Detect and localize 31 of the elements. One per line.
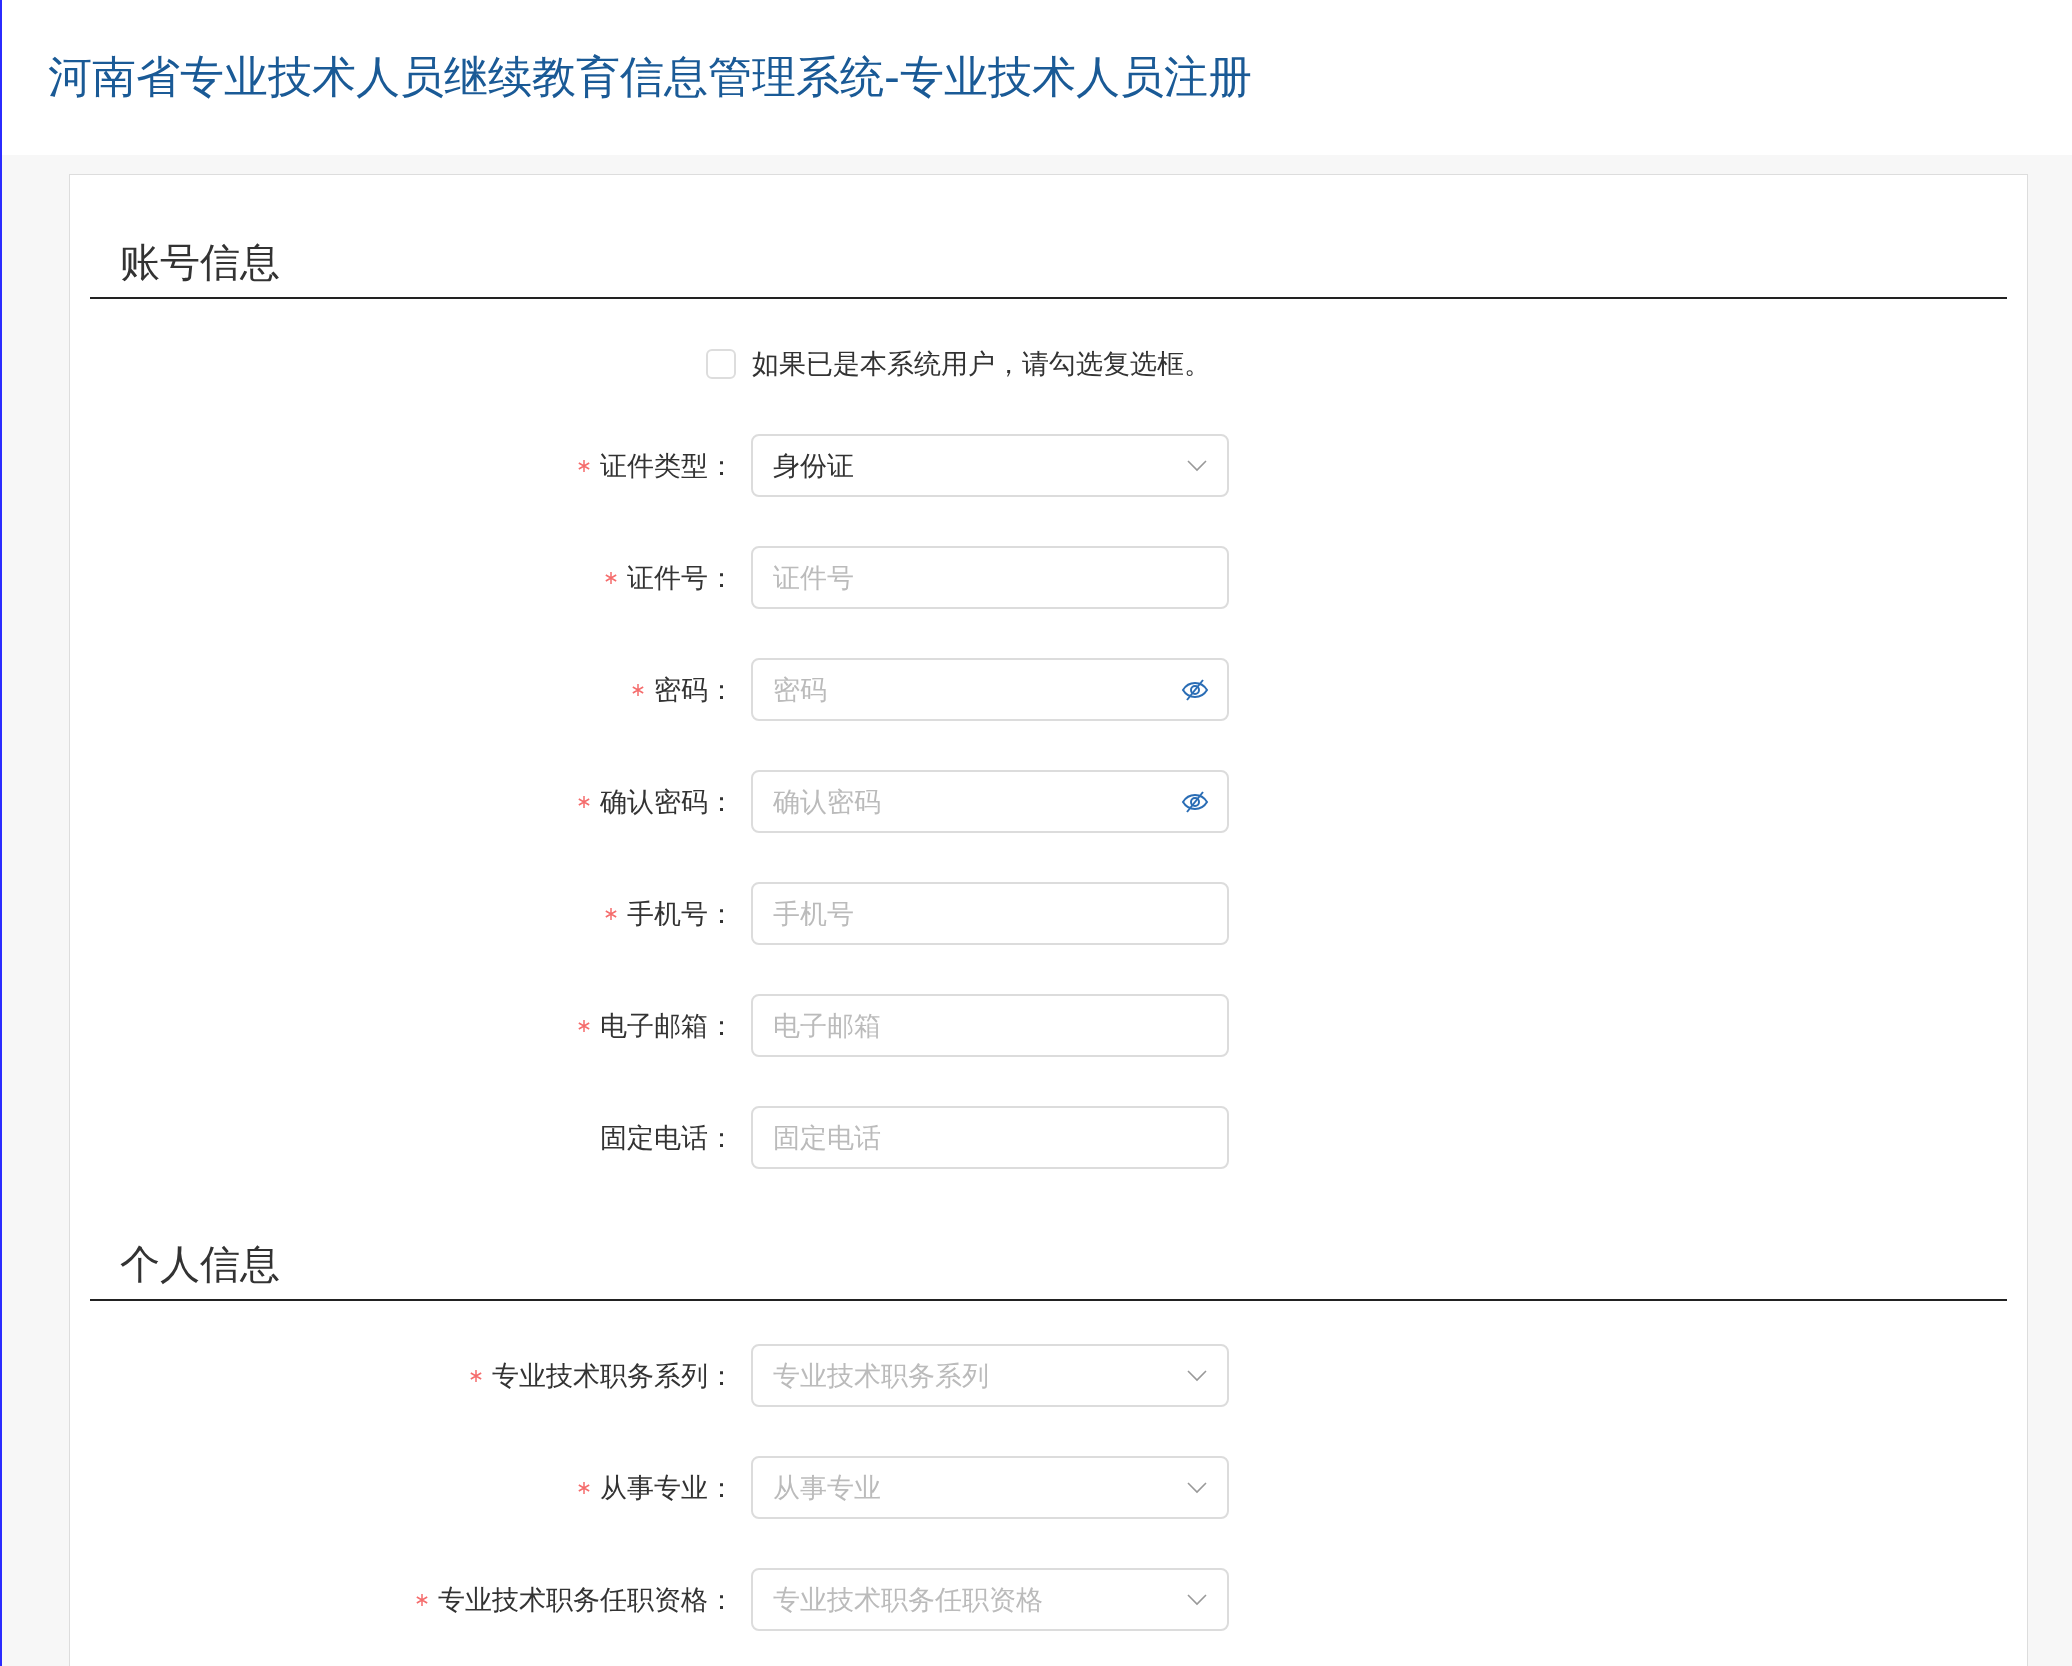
field-label: 电子邮箱：: [600, 1008, 735, 1043]
section-title: 个人信息: [120, 1239, 280, 1289]
chevron-down-icon: [1187, 1369, 1207, 1382]
input-field[interactable]: 手机号: [751, 882, 1229, 945]
select-field[interactable]: 身份证: [751, 434, 1229, 497]
select-field[interactable]: 从事专业: [751, 1456, 1229, 1519]
password-field[interactable]: 密码: [751, 658, 1229, 721]
chevron-down-icon: [1187, 1593, 1207, 1606]
field-label: 从事专业：: [600, 1470, 735, 1505]
checkbox-label: 如果已是本系统用户，请勾选复选框。: [752, 347, 1211, 381]
field-label: 专业技术职务系列：: [492, 1358, 735, 1393]
field-label: 确认密码：: [600, 784, 735, 819]
field-label: 固定电话：: [600, 1120, 735, 1155]
field-label: 证件类型：: [600, 448, 735, 483]
checkbox[interactable]: [706, 349, 736, 379]
input-field[interactable]: 电子邮箱: [751, 994, 1229, 1057]
input-field[interactable]: 证件号: [751, 546, 1229, 609]
chevron-down-icon: [1187, 459, 1207, 472]
input-field[interactable]: 固定电话: [751, 1106, 1229, 1169]
eye-slash-icon[interactable]: [1181, 678, 1209, 702]
select-field[interactable]: 专业技术职务任职资格: [751, 1568, 1229, 1631]
field-label: 密码：: [654, 672, 735, 707]
page-title: 河南省专业技术人员继续教育信息管理系统-专业技术人员注册: [48, 50, 1252, 104]
section-title: 账号信息: [120, 237, 280, 287]
field-label: 手机号：: [627, 896, 735, 931]
field-label: 专业技术职务任职资格：: [438, 1582, 735, 1617]
eye-slash-icon[interactable]: [1181, 790, 1209, 814]
password-field[interactable]: 确认密码: [751, 770, 1229, 833]
select-field[interactable]: 专业技术职务系列: [751, 1344, 1229, 1407]
chevron-down-icon: [1187, 1481, 1207, 1494]
field-label: 证件号：: [627, 560, 735, 595]
